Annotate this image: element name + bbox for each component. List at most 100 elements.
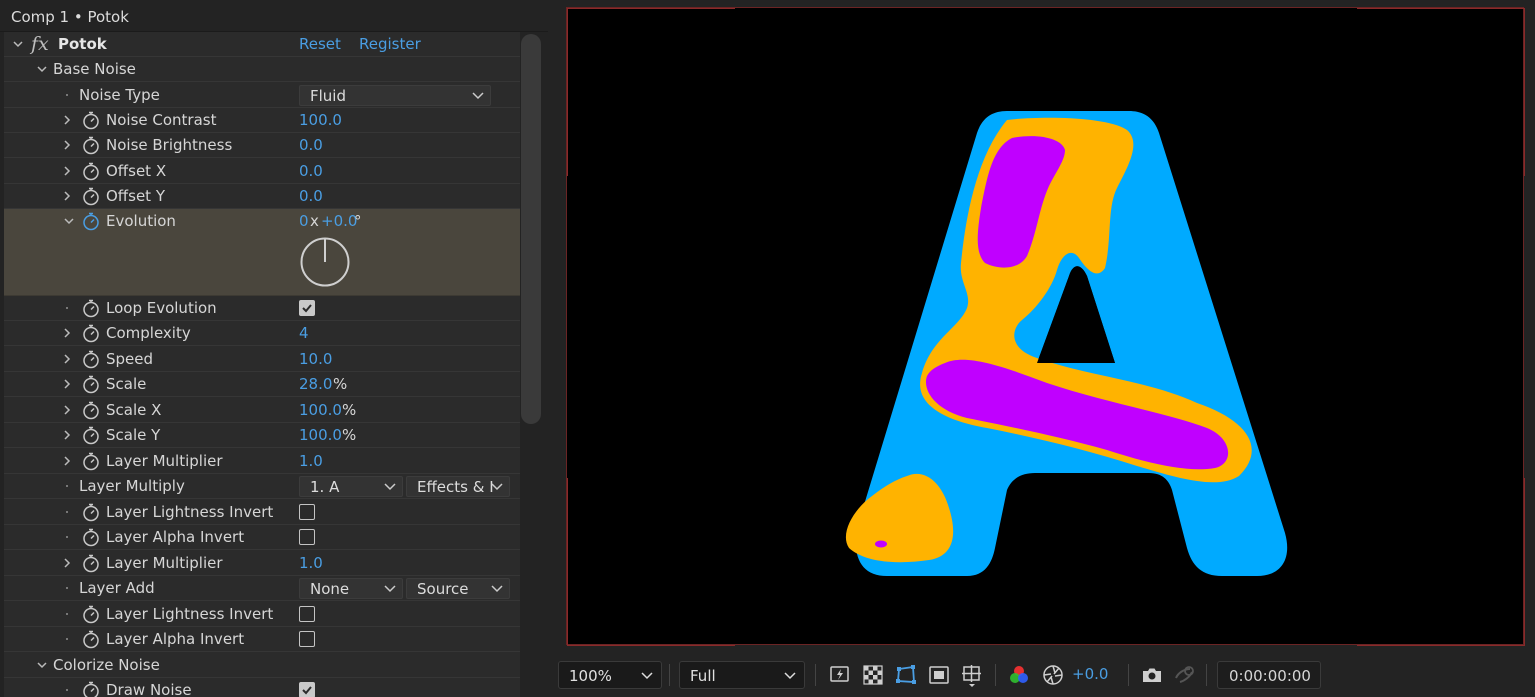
effect-properties-list: fx Potok Reset Register Base Noise Noise… xyxy=(4,32,520,697)
stopwatch-icon[interactable] xyxy=(81,186,101,206)
property-layer-lightness-invert: Layer Lightness Invert xyxy=(4,500,520,525)
chevron-right-icon[interactable] xyxy=(61,187,73,205)
magnification-dropdown[interactable]: 100% xyxy=(558,661,662,689)
scale-y-value[interactable]: 100.0 xyxy=(299,426,342,444)
composition-canvas[interactable] xyxy=(566,7,1525,646)
layer-lightness-invert-checkbox[interactable] xyxy=(299,606,315,622)
transparency-grid-icon[interactable] xyxy=(861,663,885,687)
show-snapshot-icon[interactable] xyxy=(1172,663,1196,687)
chevron-right-icon[interactable] xyxy=(61,375,73,393)
chevron-down-icon[interactable] xyxy=(12,35,24,53)
chevron-right-icon[interactable] xyxy=(61,162,73,180)
stopwatch-icon[interactable] xyxy=(81,349,101,369)
mask-path-icon[interactable] xyxy=(894,663,918,687)
stopwatch-icon[interactable] xyxy=(81,298,101,318)
property-layer-multiply: Layer Multiply 1. A Effects & I xyxy=(4,474,520,499)
noise-brightness-value[interactable]: 0.0 xyxy=(299,136,323,154)
angle-dial[interactable] xyxy=(299,236,351,288)
scale-unit: % xyxy=(333,375,348,393)
layer-alpha-invert-checkbox[interactable] xyxy=(299,529,315,545)
stopwatch-icon[interactable] xyxy=(81,374,101,394)
chevron-right-icon[interactable] xyxy=(61,426,73,444)
chevron-right-icon[interactable] xyxy=(61,111,73,129)
snapshot-icon[interactable] xyxy=(1140,663,1164,687)
stopwatch-icon[interactable] xyxy=(81,323,101,343)
loop-evolution-checkbox[interactable] xyxy=(299,300,315,316)
property-label: Layer Multiply xyxy=(79,477,185,495)
bullet-dot xyxy=(66,307,68,309)
chevron-right-icon[interactable] xyxy=(61,452,73,470)
stopwatch-icon[interactable] xyxy=(81,604,101,624)
chevron-right-icon[interactable] xyxy=(61,554,73,572)
stopwatch-icon[interactable] xyxy=(81,502,101,522)
stopwatch-icon[interactable] xyxy=(81,527,101,547)
layer-lightness-invert-checkbox[interactable] xyxy=(299,504,315,520)
layer-multiply-layer-dropdown[interactable]: 1. A xyxy=(299,476,403,497)
dropdown-value: 1. A xyxy=(310,478,340,496)
region-of-interest-icon[interactable] xyxy=(927,663,951,687)
stopwatch-icon[interactable] xyxy=(81,400,101,420)
stopwatch-icon[interactable] xyxy=(81,680,101,697)
property-offset-y: Offset Y 0.0 xyxy=(4,184,520,209)
stopwatch-icon[interactable] xyxy=(81,629,101,649)
layer-alpha-invert-checkbox[interactable] xyxy=(299,631,315,647)
scale-value[interactable]: 28.0 xyxy=(299,375,332,393)
layer-add-source-dropdown[interactable]: Source xyxy=(406,578,510,599)
noise-type-dropdown[interactable]: Fluid xyxy=(299,85,491,106)
magnification-value: 100% xyxy=(569,667,612,685)
stopwatch-icon[interactable] xyxy=(81,425,101,445)
reset-exposure-icon[interactable] xyxy=(1041,663,1065,687)
current-time-display[interactable]: 0:00:00:00 xyxy=(1217,661,1321,689)
exposure-value[interactable]: +0.0 xyxy=(1072,665,1108,683)
group-label: Colorize Noise xyxy=(53,656,160,674)
speed-value[interactable]: 10.0 xyxy=(299,350,332,368)
property-layer-add: Layer Add None Source xyxy=(4,576,520,601)
chevron-down-icon[interactable] xyxy=(36,656,48,674)
effect-controls-panel: Comp 1 • Potok fx Potok Reset Register B… xyxy=(0,0,548,697)
stopwatch-icon[interactable] xyxy=(81,110,101,130)
stopwatch-icon[interactable] xyxy=(81,451,101,471)
layer-multiplier-value[interactable]: 1.0 xyxy=(299,554,323,572)
scrollbar-thumb[interactable] xyxy=(521,34,541,424)
color-channels-icon[interactable] xyxy=(1007,663,1031,687)
toolbar-divider xyxy=(669,664,670,686)
layer-multiplier-value[interactable]: 1.0 xyxy=(299,452,323,470)
chevron-right-icon[interactable] xyxy=(61,324,73,342)
chevron-right-icon[interactable] xyxy=(61,401,73,419)
property-loop-evolution: Loop Evolution xyxy=(4,296,520,321)
chevron-down-icon[interactable] xyxy=(63,212,75,230)
effect-header-row: fx Potok Reset Register xyxy=(4,32,520,57)
fx-icon[interactable]: fx xyxy=(31,33,49,55)
evolution-degrees[interactable]: +0.0 xyxy=(321,212,357,230)
stopwatch-icon[interactable] xyxy=(81,211,101,231)
bullet-dot xyxy=(66,536,68,538)
complexity-value[interactable]: 4 xyxy=(299,324,309,342)
property-draw-noise: Draw Noise xyxy=(4,678,520,697)
group-colorize-noise[interactable]: Colorize Noise xyxy=(4,653,520,678)
offset-y-value[interactable]: 0.0 xyxy=(299,187,323,205)
evolution-unit: ° xyxy=(354,212,362,230)
property-label: Noise Type xyxy=(79,86,160,104)
stopwatch-icon[interactable] xyxy=(81,135,101,155)
group-base-noise[interactable]: Base Noise xyxy=(4,57,520,82)
draw-noise-checkbox[interactable] xyxy=(299,682,315,697)
evolution-revolutions[interactable]: 0 xyxy=(299,212,309,230)
reset-button[interactable]: Reset xyxy=(299,35,341,53)
chevron-right-icon[interactable] xyxy=(61,136,73,154)
grid-guides-icon[interactable] xyxy=(960,663,984,687)
effect-name: Potok xyxy=(58,35,107,53)
bullet-dot xyxy=(66,485,68,487)
chevron-down-icon[interactable] xyxy=(36,60,48,78)
register-button[interactable]: Register xyxy=(359,35,421,53)
property-label: Complexity xyxy=(106,324,191,342)
fast-previews-icon[interactable] xyxy=(828,663,852,687)
layer-multiply-source-dropdown[interactable]: Effects & I xyxy=(406,476,510,497)
chevron-right-icon[interactable] xyxy=(61,350,73,368)
noise-contrast-value[interactable]: 100.0 xyxy=(299,111,342,129)
stopwatch-icon[interactable] xyxy=(81,161,101,181)
offset-x-value[interactable]: 0.0 xyxy=(299,162,323,180)
resolution-dropdown[interactable]: Full xyxy=(679,661,805,689)
scale-x-value[interactable]: 100.0 xyxy=(299,401,342,419)
layer-add-layer-dropdown[interactable]: None xyxy=(299,578,403,599)
stopwatch-icon[interactable] xyxy=(81,553,101,573)
